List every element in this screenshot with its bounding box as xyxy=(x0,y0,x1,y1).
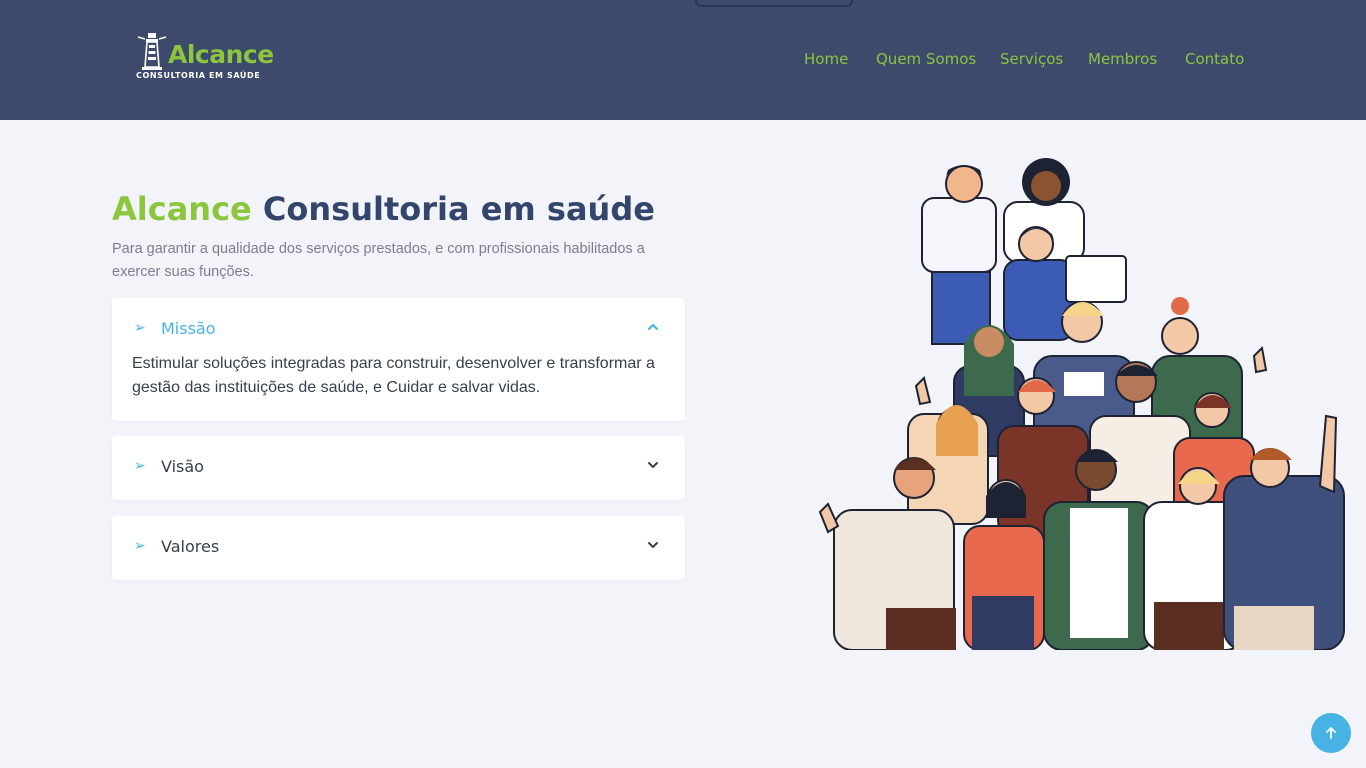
nav-membros[interactable]: Membros xyxy=(1088,50,1157,68)
accordion-item-valores[interactable]: ➢ Valores xyxy=(112,516,685,580)
accordion-title-visao: Visão xyxy=(161,457,204,476)
accordion-title-missao: Missão xyxy=(161,319,216,338)
hero-subtitle: Para garantir a qualidade dos serviços p… xyxy=(112,241,645,280)
chevron-up-icon[interactable] xyxy=(646,320,660,334)
arrow-right-icon: ➢ xyxy=(134,538,146,554)
accordion-item-missao: ➢ Missão Estimular soluções integradas p… xyxy=(112,298,685,421)
lighthouse-icon xyxy=(137,33,167,70)
brand-name: Alcance xyxy=(168,40,274,69)
chevron-down-icon[interactable] xyxy=(646,538,660,552)
accordion-title-valores: Valores xyxy=(161,537,220,556)
hero-title: Alcance Consultoria em saúde xyxy=(112,188,655,230)
site-header: Alcance CONSULTORIA EM SAÚDE Home Quem S… xyxy=(0,0,1366,120)
nav-servicos[interactable]: Serviços xyxy=(1000,50,1063,68)
nav-quem-somos[interactable]: Quem Somos xyxy=(876,50,976,68)
arrow-up-icon xyxy=(1326,727,1336,739)
hero-title-brand: Alcance xyxy=(112,190,252,228)
team-people-illustration xyxy=(818,158,1345,650)
hero-title-main: Consultoria em saúde xyxy=(262,190,655,228)
brand-tagline: CONSULTORIA EM SAÚDE xyxy=(136,71,261,80)
back-to-top-button[interactable] xyxy=(1311,713,1351,753)
accordion-header-valores[interactable]: ➢ Valores xyxy=(112,516,685,580)
header-top-tab xyxy=(695,0,853,7)
accordion-header-visao[interactable]: ➢ Visão xyxy=(112,436,685,500)
arrow-right-icon: ➢ xyxy=(134,458,146,474)
arrow-right-icon: ➢ xyxy=(134,320,146,336)
chevron-down-icon[interactable] xyxy=(646,458,660,472)
nav-home[interactable]: Home xyxy=(804,50,848,68)
accordion-item-visao[interactable]: ➢ Visão xyxy=(112,436,685,500)
person-illustration xyxy=(921,165,997,345)
nav-contato[interactable]: Contato xyxy=(1185,50,1244,68)
brand-logo[interactable]: Alcance CONSULTORIA EM SAÚDE xyxy=(134,31,274,83)
accordion-body-missao: Estimular soluções integradas para const… xyxy=(132,355,655,396)
